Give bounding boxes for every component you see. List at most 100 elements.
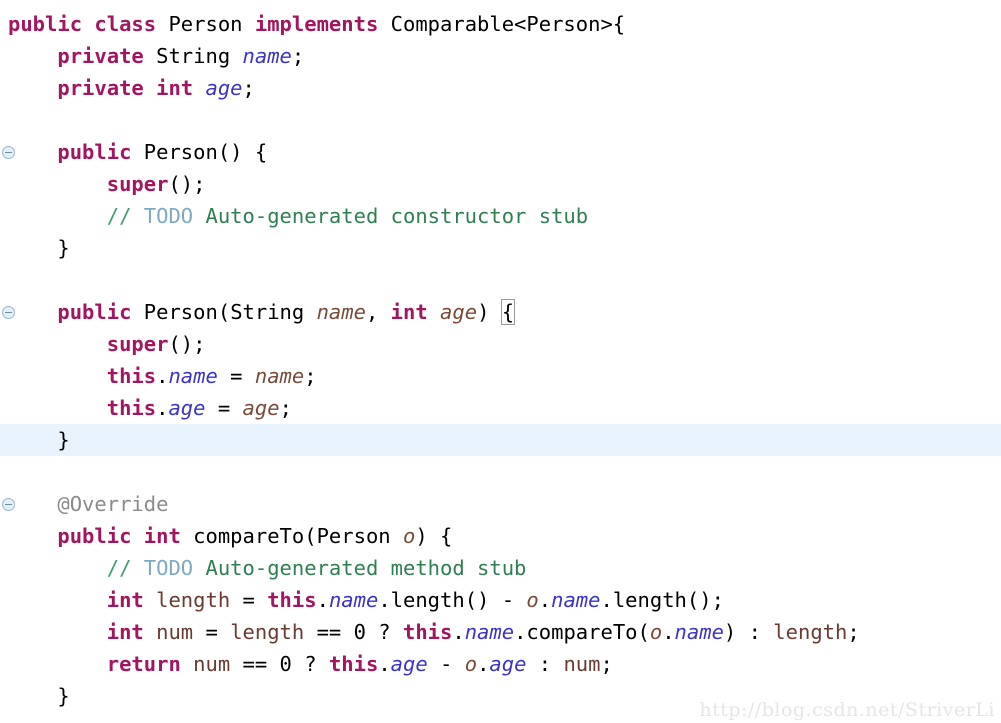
code-token: o xyxy=(649,620,663,644)
code-line-text: // TODO Auto-generated method stub xyxy=(0,552,527,584)
code-line[interactable] xyxy=(0,104,1001,136)
code-token: int xyxy=(143,524,181,548)
code-line[interactable]: } xyxy=(0,424,1001,456)
code-token: . xyxy=(156,364,169,388)
code-line[interactable]: } xyxy=(0,680,1001,712)
code-token: ; xyxy=(279,396,292,420)
code-token: int xyxy=(106,588,144,612)
code-token: super xyxy=(106,332,169,356)
code-line[interactable]: public Person(String name, int age) { xyxy=(0,296,1001,328)
code-token: ) { xyxy=(415,524,453,548)
code-line[interactable]: this.name = name; xyxy=(0,360,1001,392)
code-token: int xyxy=(106,620,144,644)
code-token: name xyxy=(316,300,366,324)
code-token: age xyxy=(242,396,280,420)
code-line[interactable]: public int compareTo(Person o) { xyxy=(0,520,1001,552)
code-line[interactable]: this.age = age; xyxy=(0,392,1001,424)
code-line-text: // TODO Auto-generated constructor stub xyxy=(0,200,588,232)
code-token: length xyxy=(156,588,231,612)
code-line-text: this.age = age; xyxy=(0,392,292,424)
code-line[interactable]: int length = this.name.length() - o.name… xyxy=(0,584,1001,616)
code-token: . xyxy=(316,588,329,612)
code-line-text: public Person(String name, int age) { xyxy=(0,296,516,328)
code-token: ) : xyxy=(723,620,774,644)
code-token: int xyxy=(390,300,428,324)
code-line[interactable]: public class Person implements Comparabl… xyxy=(0,8,1001,40)
code-token: num xyxy=(563,652,601,676)
code-token: name xyxy=(242,44,292,68)
code-line[interactable]: int num = length == 0 ? this.name.compar… xyxy=(0,616,1001,648)
code-line-text: int num = length == 0 ? this.name.compar… xyxy=(0,616,860,648)
code-token: num xyxy=(193,652,231,676)
code-token: // xyxy=(106,556,144,580)
code-token: public xyxy=(57,524,132,548)
code-line[interactable]: } xyxy=(0,232,1001,264)
code-line[interactable]: @Override xyxy=(0,488,1001,520)
code-token: Person() { xyxy=(143,140,268,164)
code-token: = xyxy=(230,588,268,612)
code-token: public xyxy=(57,140,132,164)
fold-marker-constructor-args-icon[interactable] xyxy=(2,306,15,319)
code-token: name xyxy=(551,588,601,612)
code-line[interactable]: private int age; xyxy=(0,72,1001,104)
code-token: .length() - xyxy=(378,588,527,612)
code-line-text: private int age; xyxy=(0,72,255,104)
code-token: ; xyxy=(242,76,255,100)
code-line-text: this.name = name; xyxy=(0,360,317,392)
code-line[interactable]: return num == 0 ? this.age - o.age : num… xyxy=(0,648,1001,680)
code-token: age xyxy=(390,652,428,676)
code-token: Person( xyxy=(143,300,231,324)
code-line[interactable]: super(); xyxy=(0,168,1001,200)
code-token: ; xyxy=(600,652,613,676)
editor-gutter[interactable] xyxy=(0,0,22,723)
code-token: TODO xyxy=(143,556,194,580)
code-token: compareTo(Person xyxy=(193,524,403,548)
code-token: // xyxy=(106,204,144,228)
code-token: = xyxy=(193,620,231,644)
code-token: = xyxy=(217,364,255,388)
code-token: private xyxy=(57,44,144,68)
code-line[interactable] xyxy=(0,456,1001,488)
code-token: o xyxy=(402,524,416,548)
code-token: name xyxy=(464,620,515,644)
code-token: length xyxy=(773,620,848,644)
code-token: this xyxy=(403,620,453,644)
code-token: age xyxy=(168,396,206,420)
code-token: name xyxy=(168,364,218,388)
code-line[interactable]: // TODO Auto-generated constructor stub xyxy=(0,200,1001,232)
code-token: - xyxy=(427,652,465,676)
code-token: this xyxy=(267,588,317,612)
code-token: .compareTo( xyxy=(514,620,650,644)
code-editor[interactable]: http://blog.csdn.net/StriverLi public cl… xyxy=(0,0,1001,723)
code-line-text: public int compareTo(Person o) { xyxy=(0,520,452,552)
code-content[interactable]: public class Person implements Comparabl… xyxy=(0,0,1001,723)
code-line-text: super(); xyxy=(0,168,206,200)
code-token: : xyxy=(526,652,564,676)
code-line[interactable]: // TODO Auto-generated method stub xyxy=(0,552,1001,584)
fold-marker-constructor-default-icon[interactable] xyxy=(2,146,15,159)
matching-bracket: { xyxy=(500,299,516,325)
code-line[interactable]: private String name; xyxy=(0,40,1001,72)
code-line[interactable]: public Person() { xyxy=(0,136,1001,168)
code-token: this xyxy=(328,652,379,676)
code-token: (); xyxy=(168,332,206,356)
code-line[interactable]: super(); xyxy=(0,328,1001,360)
code-token: length xyxy=(230,620,305,644)
code-token: name xyxy=(254,364,305,388)
code-token: int xyxy=(156,76,194,100)
fold-marker-compareto-icon[interactable] xyxy=(2,498,15,511)
code-token: . xyxy=(538,588,552,612)
code-line[interactable] xyxy=(0,264,1001,296)
code-token: public xyxy=(57,300,132,324)
